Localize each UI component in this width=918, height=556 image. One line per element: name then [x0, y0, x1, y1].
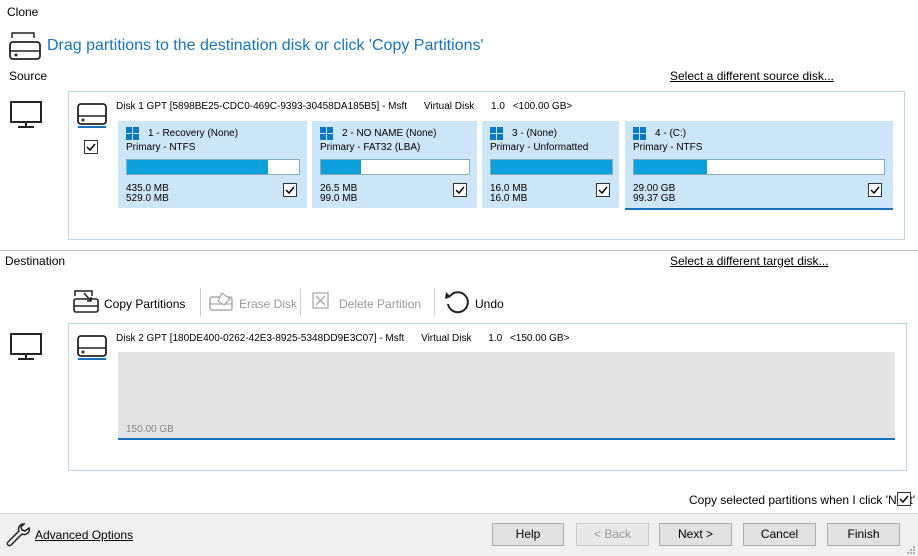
partition-checkbox[interactable]: [868, 183, 882, 197]
back-button[interactable]: < Back: [576, 523, 649, 546]
windows-icon: [126, 127, 140, 141]
section-divider: [0, 250, 918, 251]
computer-icon: [9, 332, 43, 362]
partition-title: 1 - Recovery (None): [148, 128, 239, 139]
partition-fs: Primary - Unformatted: [490, 142, 589, 153]
toolbar-separator: [434, 288, 435, 316]
delete-partition-icon: [311, 291, 331, 311]
erase-disk-button[interactable]: Erase Disk: [239, 297, 297, 311]
disk-icon: [76, 333, 108, 361]
disk-icon: [76, 101, 108, 129]
source-label: Source: [9, 69, 48, 83]
source-disk-checkbox[interactable]: [84, 140, 98, 154]
partition-2[interactable]: 2 - NO NAME (None) Primary - FAT32 (LBA)…: [312, 121, 477, 208]
partition-checkbox[interactable]: [453, 183, 467, 197]
disk-size: <100.00 GB>: [512, 101, 573, 112]
advanced-options-link[interactable]: Advanced Options: [35, 528, 133, 542]
disk-name: Disk 1 GPT [5898BE25-CDC0-469C-9393-3045…: [116, 101, 408, 112]
wrench-icon: [5, 521, 31, 547]
erase-disk-icon: [208, 291, 234, 313]
next-button[interactable]: Next >: [659, 523, 732, 546]
partition-1[interactable]: 1 - Recovery (None) Primary - NTFS 435.0…: [118, 121, 307, 208]
partition-checkbox[interactable]: [596, 183, 610, 197]
unallocated-space[interactable]: 150.00 GB: [118, 352, 895, 440]
copy-option-label: Copy selected partitions when I click 'N…: [689, 493, 916, 507]
cancel-button[interactable]: Cancel: [743, 523, 816, 546]
partition-3[interactable]: 3 - (None) Primary - Unformatted 16.0 MB…: [482, 121, 619, 208]
clone-icon: [8, 30, 42, 62]
partition-total: 99.37 GB: [633, 193, 676, 204]
windows-icon: [490, 127, 504, 141]
copy-partitions-label: Copy Partitions: [104, 297, 186, 311]
disk-version: 1.0: [491, 101, 505, 112]
partition-4[interactable]: 4 - (C:) Primary - NTFS 29.00 GB 99.37 G…: [625, 121, 893, 210]
partition-fs: Primary - NTFS: [126, 142, 196, 153]
partition-checkbox[interactable]: [283, 183, 297, 197]
destination-label: Destination: [5, 254, 66, 268]
erase-disk-label: Erase Disk: [239, 297, 298, 311]
resize-grip-icon[interactable]: [906, 544, 916, 554]
toolbar-separator: [200, 288, 201, 316]
disk-name: Disk 2 GPT [180DE400-0262-42E3-8925-5348…: [116, 333, 405, 344]
select-target-disk-link[interactable]: Select a different target disk...: [670, 254, 829, 268]
copy-partitions-button[interactable]: Copy Partitions: [104, 297, 185, 311]
undo-icon: [443, 288, 471, 316]
undo-button[interactable]: Undo: [475, 297, 504, 311]
help-button[interactable]: Help: [492, 523, 564, 546]
partition-title: 4 - (C:): [655, 128, 687, 139]
source-disk-info: Disk 1 GPT [5898BE25-CDC0-469C-9393-3045…: [116, 101, 586, 112]
copy-partitions-icon: [72, 289, 100, 315]
partition-usage-bar: [126, 159, 300, 175]
partition-title: 2 - NO NAME (None): [342, 128, 437, 139]
delete-partition-label: Delete Partition: [339, 297, 422, 311]
disk-version: 1.0: [488, 333, 503, 344]
copy-option-checkbox[interactable]: [897, 492, 911, 506]
delete-partition-button[interactable]: Delete Partition: [339, 297, 421, 311]
undo-label: Undo: [475, 297, 504, 311]
disk-type: Virtual Disk: [421, 333, 472, 344]
windows-icon: [633, 127, 647, 141]
partition-total: 529.0 MB: [126, 193, 169, 204]
partition-fs: Primary - NTFS: [633, 142, 703, 153]
instruction-text: Drag partitions to the destination disk …: [47, 37, 484, 54]
partition-usage-bar: [633, 159, 885, 175]
partition-usage-bar: [320, 159, 470, 175]
select-source-disk-link[interactable]: Select a different source disk...: [670, 69, 834, 83]
partition-usage-bar: [490, 159, 613, 175]
partition-fs: Primary - FAT32 (LBA): [320, 142, 421, 153]
partition-title: 3 - (None): [512, 128, 558, 139]
partition-total: 99.0 MB: [320, 193, 358, 204]
window-title: Clone: [7, 5, 39, 19]
unallocated-size: 150.00 GB: [126, 424, 174, 435]
finish-button[interactable]: Finish: [827, 523, 900, 546]
computer-icon: [9, 100, 43, 130]
destination-disk-info: Disk 2 GPT [180DE400-0262-42E3-8925-5348…: [116, 333, 583, 344]
disk-type: Virtual Disk: [423, 101, 475, 112]
toolbar-separator: [300, 288, 301, 316]
disk-size: <150.00 GB>: [509, 333, 570, 344]
windows-icon: [320, 127, 334, 141]
partition-total: 16.0 MB: [490, 193, 528, 204]
